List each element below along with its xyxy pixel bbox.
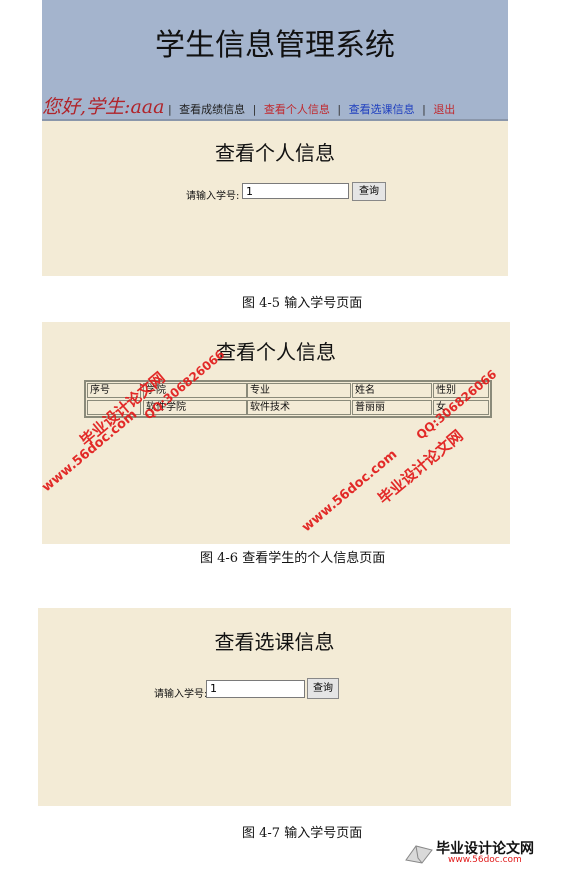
screenshot-input-student-id: 学生信息管理系统 您好,学生:aaa | 查看成绩信息 | 查看个人信息 | 查… xyxy=(42,0,508,276)
figure-caption-4-7: 图 4-7 输入学号页面 xyxy=(242,826,363,841)
content-area: 查看个人信息 请输入学号: 1 查询 xyxy=(42,121,508,276)
nav-link-personal-info[interactable]: 查看个人信息 xyxy=(264,103,330,116)
nav-link-logout[interactable]: 退出 xyxy=(433,103,455,116)
figure-caption-4-5: 图 4-5 输入学号页面 xyxy=(242,296,363,311)
app-header: 学生信息管理系统 您好,学生:aaa | 查看成绩信息 | 查看个人信息 | 查… xyxy=(42,0,508,121)
student-id-input[interactable]: 1 xyxy=(242,183,349,199)
student-id-label: 请输入学号: xyxy=(154,689,208,700)
figure-caption-4-6: 图 4-6 查看学生的个人信息页面 xyxy=(200,551,386,566)
page-heading: 查看选课信息 xyxy=(214,630,335,654)
greeting-text: 您好,学生:aaa xyxy=(42,96,165,118)
nav-link-grades[interactable]: 查看成绩信息 xyxy=(179,103,245,116)
query-button[interactable]: 查询 xyxy=(352,182,386,201)
logo-url-text: www.56doc.com xyxy=(448,855,522,865)
student-id-input[interactable]: 1 xyxy=(206,680,305,698)
table-cell: 普丽丽 xyxy=(352,400,432,415)
screenshot-course-selection: 查看选课信息 请输入学号: 1 查询 xyxy=(38,608,511,806)
table-cell: 软件技术 xyxy=(247,400,351,415)
nav-bar: 您好,学生:aaa | 查看成绩信息 | 查看个人信息 | 查看选课信息 | 退… xyxy=(42,96,456,118)
screenshot-personal-info: 查看个人信息 序号 学院 专业 姓名 性别 软件学院 软件技术 普丽丽 女 毕业… xyxy=(42,322,510,544)
table-header: 专业 xyxy=(247,383,351,398)
page-heading: 查看个人信息 xyxy=(215,141,335,165)
system-title: 学生信息管理系统 xyxy=(155,28,395,63)
nav-link-course-selection[interactable]: 查看选课信息 xyxy=(349,103,415,116)
student-id-label: 请输入学号: xyxy=(186,191,240,202)
query-button[interactable]: 查询 xyxy=(307,678,339,699)
table-header: 姓名 xyxy=(352,383,432,398)
book-icon xyxy=(405,845,433,864)
page-heading: 查看个人信息 xyxy=(216,340,336,364)
site-logo: 毕业设计论文网 www.56doc.com xyxy=(404,838,562,868)
